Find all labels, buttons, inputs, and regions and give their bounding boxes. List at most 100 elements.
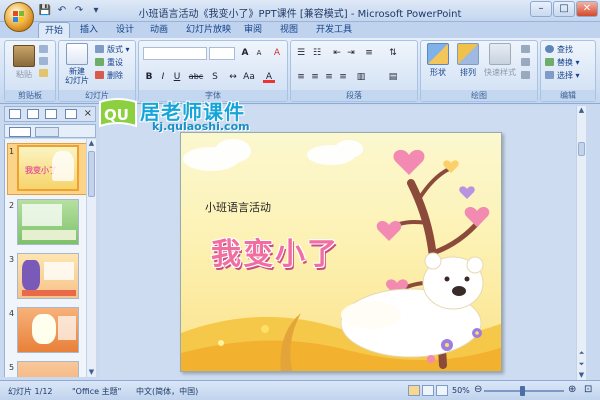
tab-slideshow[interactable]: 幻灯片放映 [186, 22, 231, 38]
tab-view[interactable]: 视图 [280, 22, 298, 38]
redo-icon[interactable]: ↷ [72, 3, 86, 17]
shrink-font-button[interactable]: A [253, 47, 265, 59]
zoom-slider-knob[interactable] [520, 386, 525, 396]
thumbnail-scroll-thumb[interactable] [88, 151, 95, 197]
clear-format-button[interactable]: A [271, 47, 283, 59]
format-painter-icon[interactable] [39, 69, 51, 78]
group-paragraph: ☰ ☷ ⇤ ⇥ ≡ ⇅ ≡ ≡ ≡ ≡ ▥ ▤ 段落 [290, 40, 418, 102]
bullets-icon[interactable]: ☰ [295, 47, 307, 59]
cut-icon[interactable] [39, 45, 51, 54]
arrange-icon [457, 43, 479, 65]
next-slide-icon[interactable]: ⏷ [577, 360, 586, 369]
columns-icon[interactable]: ▥ [355, 71, 367, 83]
find-button[interactable]: 查找 [545, 44, 573, 55]
paste-icon [13, 45, 35, 67]
ribbon-tabs: 开始 插入 设计 动画 幻灯片放映 审阅 视图 开发工具 [0, 22, 600, 38]
pane-close-icon[interactable]: × [84, 108, 92, 119]
shadow-button[interactable]: S [209, 71, 221, 83]
svg-text:QU: QU [104, 106, 129, 124]
undo-icon[interactable]: ↶ [55, 3, 69, 17]
grow-font-button[interactable]: A [239, 47, 251, 59]
align-left-icon[interactable]: ≡ [295, 71, 307, 83]
preview-icon[interactable] [45, 109, 57, 119]
delete-slide-button[interactable]: 删除 [95, 70, 123, 81]
tab-insert[interactable]: 插入 [80, 22, 98, 38]
italic-button[interactable]: I [157, 71, 169, 83]
close-button[interactable]: ✕ [576, 1, 598, 17]
layout-button[interactable]: 版式 ▾ [95, 44, 130, 55]
current-slide[interactable]: 小班语言活动 我变小了 [180, 132, 502, 372]
arrange-button[interactable]: 排列 [455, 43, 481, 78]
editor-scroll-down-icon[interactable]: ▼ [577, 371, 586, 380]
maximize-button[interactable]: □ [553, 1, 575, 17]
prev-slide-icon[interactable]: ⏶ [577, 349, 586, 358]
group-slides: 新建 幻灯片 版式 ▾ 重设 删除 幻灯片 [58, 40, 136, 102]
zoom-level[interactable]: 50% [452, 386, 470, 395]
numbering-icon[interactable]: ☷ [311, 47, 323, 59]
font-color-icon[interactable]: A [263, 71, 275, 83]
tab-animations[interactable]: 动画 [150, 22, 168, 38]
editor-scroll-thumb[interactable] [578, 142, 585, 156]
save-icon[interactable]: 💾 [38, 3, 52, 17]
tab-home[interactable]: 开始 [38, 22, 71, 38]
strikethrough-button[interactable]: abc [187, 71, 205, 83]
bold-button[interactable]: B [143, 71, 155, 83]
underline-button[interactable]: U [171, 71, 183, 83]
tab-review[interactable]: 审阅 [244, 22, 262, 38]
pane-toolbar: × [4, 106, 96, 122]
animation-icon[interactable] [65, 109, 77, 119]
change-case-icon[interactable]: Aa [243, 71, 255, 83]
increase-indent-icon[interactable]: ⇥ [345, 47, 357, 59]
shape-effects-icon[interactable] [521, 71, 533, 80]
char-spacing-icon[interactable]: ↔ [227, 71, 239, 83]
decrease-indent-icon[interactable]: ⇤ [331, 47, 343, 59]
slide-subtitle[interactable]: 小班语言活动 [205, 199, 271, 215]
scroll-up-icon[interactable]: ▲ [87, 139, 96, 148]
align-text-icon[interactable]: ▤ [387, 71, 399, 83]
group-label-clipboard: 剪贴板 [5, 90, 55, 101]
justify-icon[interactable]: ≡ [337, 71, 349, 83]
tab-slides-pane[interactable] [9, 127, 31, 137]
font-size-combo[interactable] [209, 47, 235, 60]
slide-title[interactable]: 我变小了 [211, 229, 339, 273]
tab-developer[interactable]: 开发工具 [316, 22, 352, 38]
pane-tab-strip [4, 124, 96, 138]
editor-scrollbar[interactable]: ▲ ⏶ ⏷ ▼ [576, 106, 586, 380]
new-slide-button[interactable]: 新建 幻灯片 [63, 43, 91, 85]
editor-scroll-up-icon[interactable]: ▲ [577, 106, 586, 115]
paste-button[interactable]: 粘贴 [13, 45, 35, 80]
thumbnail-scrollbar[interactable]: ▲ ▼ [86, 139, 96, 377]
language-indicator[interactable]: 中文(简体，中国) [136, 386, 198, 397]
scroll-down-icon[interactable]: ▼ [87, 368, 96, 377]
slideshow-button[interactable] [436, 385, 448, 396]
quick-styles-button[interactable]: 快速样式 [483, 43, 517, 78]
customize-qat-icon[interactable]: ▾ [89, 3, 103, 17]
bear-icon [340, 252, 484, 358]
align-right-icon[interactable]: ≡ [323, 71, 335, 83]
zoom-in-icon[interactable]: ⊕ [568, 384, 576, 395]
outline-view-icon[interactable] [27, 109, 39, 119]
slides-view-icon[interactable] [9, 109, 21, 119]
reset-button[interactable]: 重设 [95, 57, 123, 68]
tab-outline-pane[interactable] [35, 127, 59, 137]
tab-design[interactable]: 设计 [116, 22, 134, 38]
copy-icon[interactable] [39, 57, 51, 66]
align-center-icon[interactable]: ≡ [309, 71, 321, 83]
normal-view-button[interactable] [408, 385, 420, 396]
slide-sorter-button[interactable] [422, 385, 434, 396]
office-button[interactable] [4, 2, 34, 32]
zoom-out-icon[interactable]: ⊖ [474, 384, 482, 395]
minimize-button[interactable]: – [530, 1, 552, 17]
font-name-combo[interactable] [143, 47, 207, 60]
shape-outline-icon[interactable] [521, 58, 533, 67]
line-spacing-icon[interactable]: ≡ [363, 47, 375, 59]
fit-window-icon[interactable]: ⊡ [584, 384, 592, 395]
text-direction-icon[interactable]: ⇅ [387, 47, 399, 59]
slide-counter: 幻灯片 1/12 [8, 387, 53, 396]
shape-fill-icon[interactable] [521, 45, 533, 54]
shapes-button[interactable]: 形状 [425, 43, 451, 78]
select-button[interactable]: 选择 ▾ [545, 70, 580, 81]
group-drawing: 形状 排列 快速样式 绘图 [420, 40, 538, 102]
replace-button[interactable]: 替换 ▾ [545, 57, 580, 68]
slide-thumbnails: 1 我变小了 2 3 4 5 [4, 139, 96, 377]
